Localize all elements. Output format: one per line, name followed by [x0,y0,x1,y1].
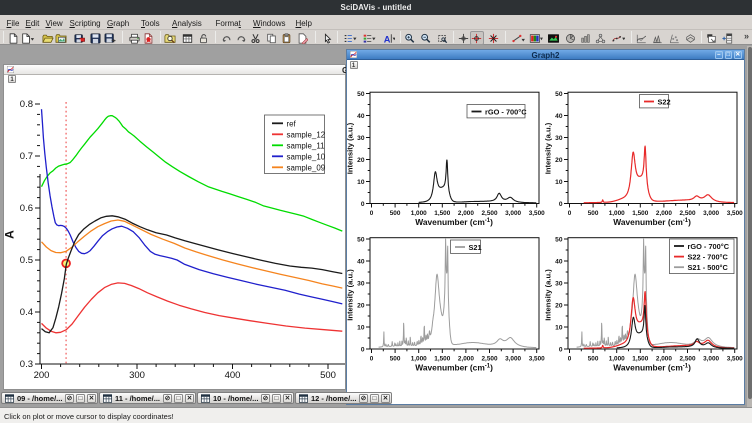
svg-text:20: 20 [555,303,563,310]
svg-text:500: 500 [390,356,401,363]
svg-text:1,500: 1,500 [632,210,648,217]
svg-text:0: 0 [370,356,374,363]
svg-text:1,500: 1,500 [434,210,450,217]
svg-text:3,500: 3,500 [727,210,743,217]
svg-text:500: 500 [320,370,336,381]
svg-text:S22: S22 [658,97,671,106]
svg-text:30: 30 [357,135,365,142]
svg-text:400: 400 [225,370,241,381]
svg-text:20: 20 [357,303,365,310]
svg-text:3,500: 3,500 [529,210,545,217]
svg-text:A: A [383,34,390,44]
svg-text:Wavenumber (cm-1): Wavenumber (cm-1) [415,217,493,227]
svg-text:1,000: 1,000 [411,356,427,363]
svg-text:20: 20 [555,157,563,164]
svg-text:3,000: 3,000 [505,356,521,363]
svg-text:30: 30 [555,135,563,142]
svg-text:0: 0 [568,210,572,217]
svg-text:0.4: 0.4 [20,307,33,318]
svg-text:Wavenumber (cm-1): Wavenumber (cm-1) [613,217,691,227]
svg-text:30: 30 [555,281,563,288]
svg-text:Intensity (a.u.): Intensity (a.u.) [544,122,553,174]
svg-text:200: 200 [34,370,50,381]
svg-text:1,500: 1,500 [434,356,450,363]
svg-text:rGO - 700°C: rGO - 700°C [688,242,730,251]
svg-text:10: 10 [555,325,563,332]
svg-text:50: 50 [555,237,563,244]
svg-text:0: 0 [361,347,365,354]
svg-text:rGO - 700°C: rGO - 700°C [485,107,527,116]
svg-text:3,500: 3,500 [727,356,743,363]
svg-text:10: 10 [357,179,365,186]
svg-text:10: 10 [555,179,563,186]
svg-text:sample_12: sample_12 [287,131,326,140]
svg-text:10: 10 [357,325,365,332]
svg-text:2,500: 2,500 [680,356,696,363]
svg-text:2,000: 2,000 [656,356,672,363]
svg-text:sample_09: sample_09 [287,164,326,173]
svg-text:40: 40 [357,259,365,266]
svg-text:50: 50 [357,237,365,244]
svg-text:20: 20 [357,157,365,164]
svg-text:0.8: 0.8 [20,99,33,110]
svg-text:2,500: 2,500 [482,210,498,217]
svg-text:40: 40 [555,113,563,120]
svg-text:sample_11: sample_11 [287,142,325,151]
svg-text:500: 500 [390,210,401,217]
svg-text:3,000: 3,000 [703,210,719,217]
svg-text:500: 500 [588,356,599,363]
svg-text:A: A [4,230,16,239]
svg-text:Intensity (a.u.): Intensity (a.u.) [544,269,553,321]
svg-text:2,500: 2,500 [680,210,696,217]
svg-text:40: 40 [357,113,365,120]
svg-text:ref: ref [287,120,297,129]
svg-text:0.3: 0.3 [20,359,33,370]
svg-text:0: 0 [568,356,572,363]
svg-text:500: 500 [588,210,599,217]
svg-text:1,000: 1,000 [609,210,625,217]
svg-text:S22 - 700°C: S22 - 700°C [688,252,729,261]
svg-text:3,500: 3,500 [529,356,545,363]
svg-text:Wavenumber (cm-1): Wavenumber (cm-1) [415,363,493,373]
svg-text:0.7: 0.7 [20,151,33,162]
svg-text:2,000: 2,000 [458,210,474,217]
svg-text:50: 50 [357,91,365,98]
svg-text:1,000: 1,000 [609,356,625,363]
svg-text:300: 300 [129,370,145,381]
svg-text:0: 0 [559,347,563,354]
svg-text:Intensity (a.u.): Intensity (a.u.) [347,122,355,174]
svg-text:2,000: 2,000 [656,210,672,217]
svg-text:0.6: 0.6 [20,203,33,214]
svg-text:30: 30 [357,281,365,288]
svg-text:0: 0 [361,201,365,208]
svg-text:1,000: 1,000 [411,210,427,217]
svg-text:1,500: 1,500 [632,356,648,363]
svg-text:0: 0 [370,210,374,217]
svg-text:40: 40 [555,259,563,266]
svg-text:0: 0 [559,201,563,208]
svg-text:sample_10: sample_10 [287,153,326,162]
svg-text:50: 50 [555,91,563,98]
svg-text:3,000: 3,000 [703,356,719,363]
svg-text:0.5: 0.5 [20,255,33,266]
svg-text:S21 - 500°C: S21 - 500°C [688,263,729,272]
svg-text:2,500: 2,500 [482,356,498,363]
svg-text:S21: S21 [469,243,482,252]
svg-text:2,000: 2,000 [458,356,474,363]
svg-text:Wavenumber (cm-1): Wavenumber (cm-1) [613,363,691,373]
svg-text:3,000: 3,000 [505,210,521,217]
svg-text:Intensity (a.u.): Intensity (a.u.) [347,269,355,321]
